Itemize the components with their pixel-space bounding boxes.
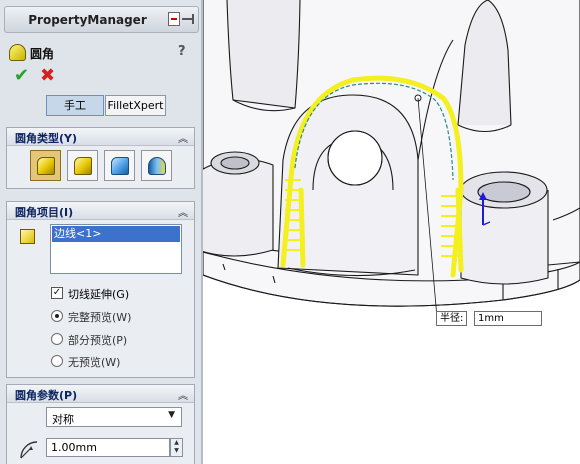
collapse-icon[interactable]: ︽	[178, 130, 188, 145]
tab-manual[interactable]: 手工	[46, 95, 104, 116]
edges-selection-list[interactable]: 边线<1>	[50, 224, 182, 274]
radio-label: 部分预览(P)	[68, 334, 128, 347]
variable-radius-fillet-icon	[74, 157, 92, 175]
list-item[interactable]: 边线<1>	[52, 226, 180, 242]
radius-spinner[interactable]: ▲ ▼	[170, 438, 183, 457]
checkbox-checked-icon: ✓	[51, 287, 63, 299]
face-fillet-icon	[111, 157, 129, 175]
fillet-parameters-header[interactable]: 圆角参数(P) ︽	[7, 385, 194, 403]
ok-button[interactable]: ✔	[14, 67, 29, 85]
radio-icon	[51, 333, 63, 345]
dimension-value[interactable]: 1mm	[474, 311, 542, 326]
group-title: 圆角项目(I)	[15, 206, 74, 219]
radius-icon	[20, 441, 38, 459]
tab-filletxpert[interactable]: FilletXpert	[105, 95, 166, 116]
help-icon[interactable]: ?	[178, 44, 186, 59]
radio-icon	[51, 355, 63, 367]
dimension-label: 半径:	[436, 311, 468, 326]
chevron-down-icon: ▼	[168, 410, 175, 420]
property-manager-title: PropertyManager	[28, 13, 147, 27]
property-manager-panel: PropertyManager 圆角 ? ✔ ✖ 手工 FilletXpert …	[0, 0, 203, 464]
radio-label: 完整预览(W)	[68, 311, 132, 324]
variable-radius-fillet-button[interactable]	[67, 150, 98, 181]
cancel-button[interactable]: ✖	[40, 67, 55, 85]
fillet-parameters-group: 圆角参数(P) ︽ 对称 ▼ 1.00mm ▲ ▼	[6, 384, 195, 464]
fillet-profile-select[interactable]: 对称 ▼	[46, 407, 182, 427]
radio-selected-icon	[51, 310, 63, 322]
graphics-viewport[interactable]: 半径: 1mm	[203, 0, 580, 464]
edge-selection-icon	[20, 229, 35, 244]
constant-radius-fillet-icon	[37, 157, 55, 175]
fillet-mode-tabs: 手工 FilletXpert	[46, 95, 166, 116]
radio-label: 无预览(W)	[68, 356, 121, 369]
feature-title: 圆角	[30, 47, 55, 61]
model-view[interactable]	[203, 0, 580, 464]
fillet-feature-icon	[9, 44, 26, 61]
select-value: 对称	[52, 413, 74, 426]
solidworks-window: PropertyManager 圆角 ? ✔ ✖ 手工 FilletXpert …	[0, 0, 580, 464]
checkbox-label: 切线延伸(G)	[68, 288, 130, 301]
radius-input[interactable]: 1.00mm	[46, 438, 170, 457]
face-fillet-button[interactable]	[104, 150, 135, 181]
collapse-icon[interactable]: ︽	[178, 204, 188, 219]
full-round-fillet-button[interactable]	[141, 150, 172, 181]
group-title: 圆角类型(Y)	[15, 132, 78, 145]
full-round-fillet-icon	[148, 157, 166, 175]
group-title: 圆角参数(P)	[15, 389, 78, 402]
fillet-type-group: 圆角类型(Y) ︽	[6, 127, 195, 189]
property-manager-tab[interactable]: PropertyManager	[4, 6, 199, 33]
collapse-icon[interactable]: ︽	[178, 387, 188, 402]
fillet-items-group: 圆角项目(I) ︽ 边线<1> ✓ 切线延伸(G) 完整预览(W) 部分预览(P…	[6, 201, 195, 378]
constant-radius-fillet-button[interactable]	[30, 150, 61, 181]
fillet-type-header[interactable]: 圆角类型(Y) ︽	[7, 128, 194, 146]
panel-pin-icon[interactable]	[168, 12, 194, 27]
fillet-items-header[interactable]: 圆角项目(I) ︽	[7, 202, 194, 220]
